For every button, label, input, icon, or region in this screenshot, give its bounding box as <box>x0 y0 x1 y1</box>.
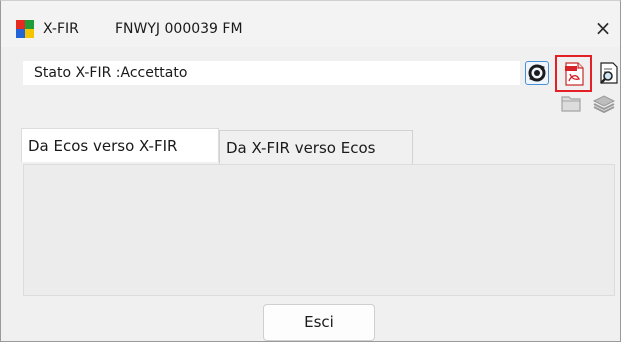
export-pdf-button[interactable] <box>555 55 592 92</box>
tab-xfir-to-ecos[interactable]: Da X-FIR verso Ecos <box>219 130 413 164</box>
app-logo-icon <box>16 20 34 38</box>
exit-button[interactable]: Esci <box>263 304 375 341</box>
window-title-document: FNWYJ 000039 FM <box>115 21 243 37</box>
status-field: Stato X-FIR :Accettato <box>23 61 520 85</box>
window-title-app: X-FIR <box>43 21 79 37</box>
tab-ecos-to-xfir[interactable]: Da Ecos verso X-FIR <box>21 128 219 162</box>
print-preview-icon <box>597 61 621 85</box>
app-window: X-FIR FNWYJ 000039 FM × Stato X-FIR :Acc… <box>0 0 621 342</box>
print-preview-button[interactable] <box>597 61 621 85</box>
tab-content-panel <box>23 164 615 296</box>
pdf-icon <box>563 62 585 86</box>
refresh-icon <box>526 62 548 84</box>
folder-icon <box>560 93 584 113</box>
refresh-button[interactable] <box>525 61 549 85</box>
status-text: Stato X-FIR :Accettato <box>34 65 188 81</box>
stack-icon <box>592 93 616 113</box>
archive-button[interactable] <box>592 93 616 117</box>
open-folder-button[interactable] <box>560 93 584 117</box>
title-bar: X-FIR FNWYJ 000039 FM × <box>1 1 620 47</box>
close-button[interactable]: × <box>591 16 615 40</box>
